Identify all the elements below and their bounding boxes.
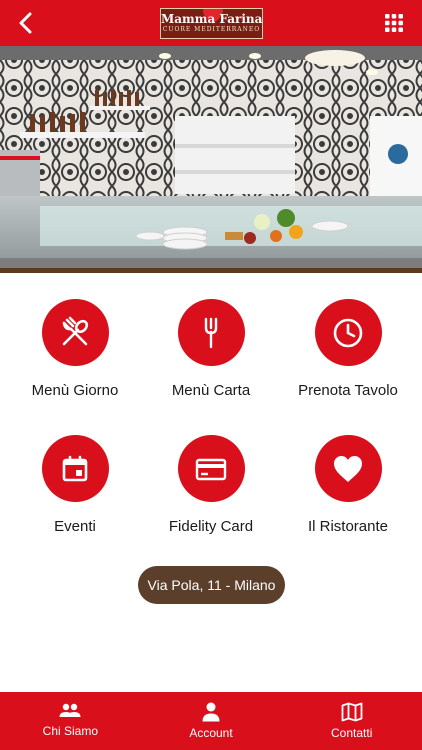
tile-label: Menù Giorno — [31, 382, 119, 399]
tile-label: Fidelity Card — [168, 518, 254, 535]
tile-circle — [177, 299, 245, 366]
address-button[interactable]: Via Pola, 11 - Milano — [138, 566, 285, 604]
heart-icon — [334, 455, 362, 482]
nav-contatti[interactable]: Contatti — [281, 692, 422, 750]
tile-label: Menù Carta — [171, 382, 251, 399]
logo: Mamma Farina CUORE MEDITERRANEO — [160, 8, 263, 39]
nav-chi-siamo[interactable]: Chi Siamo — [0, 692, 141, 750]
utensils-icon — [62, 316, 89, 345]
tile-circle — [41, 435, 109, 502]
hero-divider — [0, 268, 422, 273]
hero-image — [0, 46, 422, 268]
tile-label: Eventi — [54, 518, 96, 535]
tile-circle — [41, 299, 109, 366]
tile-il-ristorante[interactable]: Il Ristorante — [288, 435, 408, 555]
back-button[interactable] — [10, 8, 40, 38]
people-icon — [59, 703, 81, 717]
bottom-nav: Chi Siamo Account Contatti — [0, 692, 422, 750]
person-icon — [202, 702, 220, 722]
nav-label: Contatti — [331, 726, 373, 740]
nav-label: Account — [189, 726, 233, 740]
tile-fidelity-card[interactable]: Fidelity Card — [151, 435, 271, 555]
credit-card-icon — [195, 458, 227, 480]
grid-icon[interactable] — [384, 13, 404, 33]
tile-eventi[interactable]: Eventi — [15, 435, 135, 555]
calendar-icon — [62, 455, 88, 481]
tile-menu-giorno[interactable]: Menù Giorno — [15, 299, 135, 419]
logo-name: Mamma Farina — [161, 12, 263, 26]
fork-icon — [204, 317, 218, 348]
tile-circle — [314, 435, 382, 502]
logo-tagline: CUORE MEDITERRANEO — [162, 26, 261, 33]
tile-menu-carta[interactable]: Menù Carta — [151, 299, 271, 419]
tile-circle — [314, 299, 382, 366]
chevron-left-icon — [19, 12, 32, 34]
nav-label: Chi Siamo — [42, 724, 99, 738]
tile-label: Il Ristorante — [307, 518, 389, 535]
top-bar: Mamma Farina CUORE MEDITERRANEO — [0, 0, 422, 46]
tile-label: Prenota Tavolo — [298, 382, 398, 399]
map-icon — [341, 702, 363, 722]
nav-account[interactable]: Account — [141, 692, 282, 750]
tile-circle — [177, 435, 245, 502]
tile-prenota-tavolo[interactable]: Prenota Tavolo — [288, 299, 408, 419]
clock-icon — [333, 318, 363, 347]
